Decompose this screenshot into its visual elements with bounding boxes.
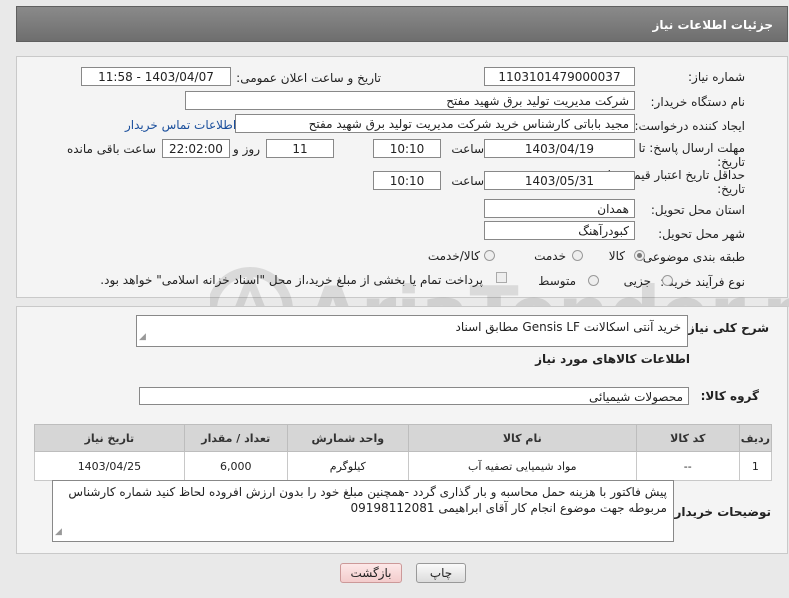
back-button[interactable]: بازگشت [340, 563, 402, 583]
goods-table: ردیف کد کالا نام کالا واحد شمارش تعداد /… [34, 424, 773, 481]
buyer-notes-label: توضیحات خریدار: [669, 505, 771, 519]
cell-qty: 6,000 [183, 451, 288, 481]
city-field: کبودرآهنگ [484, 221, 635, 240]
category-label: طبقه بندی موضوعی: [638, 250, 745, 264]
category-radio-goods[interactable] [634, 250, 645, 261]
price-valid-time-label: ساعت [451, 174, 484, 188]
category-option-goods: کالا [608, 249, 625, 263]
need-number-field: 1103101479000037 [484, 67, 635, 86]
price-valid-time-field: 10:10 [373, 171, 441, 190]
announce-label: تاریخ و ساعت اعلان عمومی: [236, 71, 381, 85]
deadline-time-field: 10:10 [373, 139, 441, 158]
cell-code: -- [635, 451, 740, 481]
treasury-checkbox[interactable] [496, 272, 507, 283]
page-title: جزئیات اطلاعات نیاز [652, 18, 773, 32]
category-radio-goods-service[interactable] [484, 250, 495, 261]
days-label: روز و [233, 142, 260, 156]
deadline-label-line2: تاریخ: [717, 155, 745, 169]
creator-label: ایجاد کننده درخواست: [634, 119, 745, 133]
col-code: کد کالا [635, 424, 740, 452]
print-button[interactable]: چاپ [416, 563, 466, 583]
table-row: 1 -- مواد شیمیایی تصفیه آب کیلوگرم 6,000… [34, 451, 773, 481]
category-radio-service[interactable] [572, 250, 583, 261]
province-label: استان محل تحویل: [650, 203, 745, 217]
resize-grip-icon[interactable]: ◢ [55, 524, 62, 540]
announce-field: 1403/04/07 - 11:58 [81, 67, 231, 86]
description-textarea[interactable]: خرید آنتی اسکالانت Gensis LF مطابق اسناد… [136, 315, 688, 347]
buyer-org-field: شرکت مدیریت تولید برق شهید مفتح [185, 91, 635, 110]
treasury-note: پرداخت تمام یا بخشی از مبلغ خرید،از محل … [100, 273, 483, 287]
process-label: نوع فرآیند خرید : [660, 275, 745, 289]
city-label: شهر محل تحویل: [658, 227, 745, 241]
goods-group-field: محصولات شیمیائی [139, 387, 689, 405]
cell-unit: کیلوگرم [286, 451, 409, 481]
description-text: خرید آنتی اسکالانت Gensis LF مطابق اسناد [455, 320, 681, 334]
deadline-date-field: 1403/04/19 [484, 139, 635, 158]
buyer-notes-textarea[interactable]: پیش فاکتور با هزینه حمل محاسبه و بار گذا… [52, 480, 674, 542]
col-name: نام کالا [407, 424, 637, 452]
page-header: جزئیات اطلاعات نیاز [16, 6, 788, 42]
remaining-label: ساعت باقی مانده [66, 142, 156, 156]
cell-date: 1403/04/25 [34, 451, 185, 481]
resize-grip-icon[interactable]: ◢ [139, 329, 146, 345]
process-option-medium: متوسط [538, 274, 576, 288]
cell-row: 1 [738, 451, 773, 481]
province-field: همدان [484, 199, 635, 218]
goods-table-header: ردیف کد کالا نام کالا واحد شمارش تعداد /… [34, 424, 773, 452]
col-qty: تعداد / مقدار [183, 424, 288, 452]
category-option-service: خدمت [534, 249, 566, 263]
price-valid-label-line2: تاریخ: [717, 182, 745, 196]
cell-name: مواد شیمیایی تصفیه آب [407, 451, 637, 481]
days-field: 11 [266, 139, 334, 158]
contact-buyer-link[interactable]: اطلاعات تماس خریدار [125, 118, 236, 132]
description-label: شرح کلی نیاز: [683, 321, 769, 335]
creator-field: مجید باباتی کارشناس خرید شرکت مدیریت تول… [235, 114, 635, 133]
buyer-org-label: نام دستگاه خریدار: [650, 95, 746, 109]
price-valid-date-field: 1403/05/31 [484, 171, 635, 190]
process-radio-medium[interactable] [588, 275, 599, 286]
need-number-label: شماره نیاز: [688, 70, 745, 84]
remaining-time-field: 22:02:00 [162, 139, 230, 158]
category-option-goods-service: کالا/خدمت [427, 249, 480, 263]
buyer-notes-text: پیش فاکتور با هزینه حمل محاسبه و بار گذا… [68, 485, 667, 515]
col-date: تاریخ نیاز [34, 424, 185, 452]
col-row: ردیف [738, 424, 773, 452]
process-radio-minor[interactable] [662, 275, 673, 286]
process-option-minor: جزیی [623, 274, 651, 288]
col-unit: واحد شمارش [286, 424, 409, 452]
goods-info-title: اطلاعات کالاهای مورد نیاز [535, 352, 690, 366]
deadline-time-label: ساعت [451, 142, 484, 156]
deadline-label-line1: مهلت ارسال پاسخ: تا [638, 141, 745, 155]
goods-group-label: گروه کالا: [700, 389, 759, 403]
